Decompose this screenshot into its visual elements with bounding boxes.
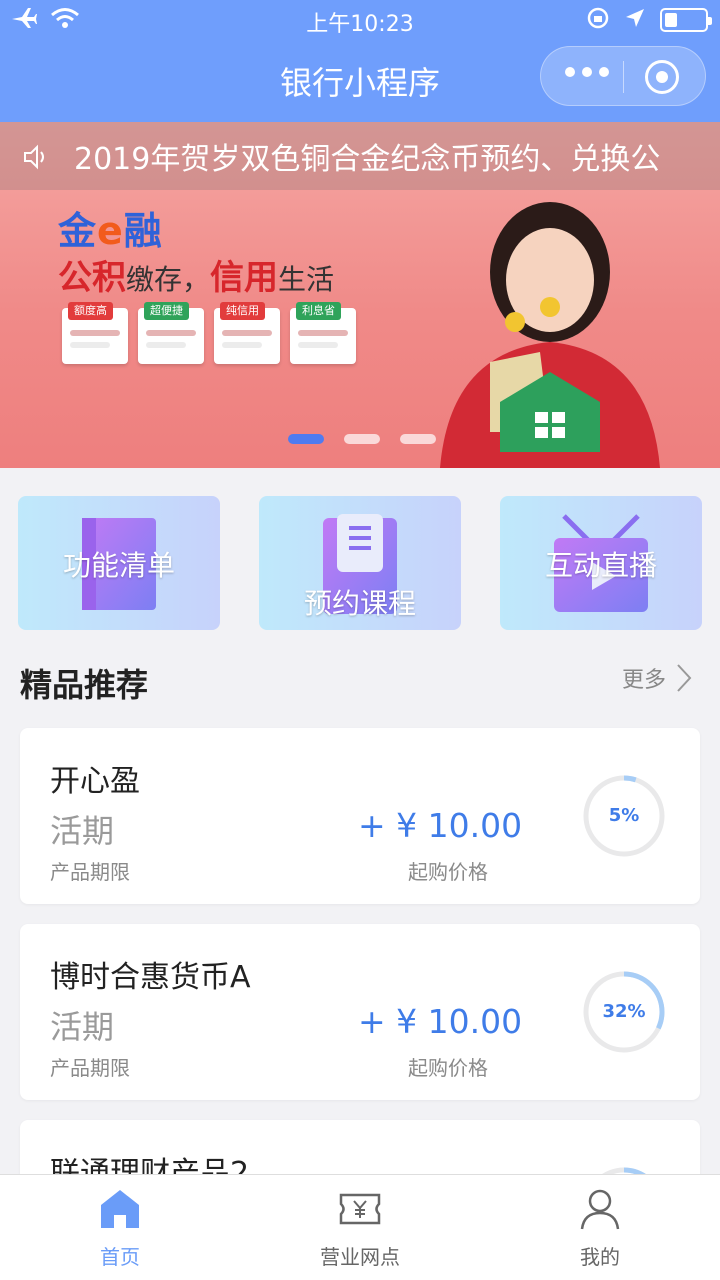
product-term: 活期 bbox=[50, 812, 115, 850]
close-target-icon[interactable] bbox=[645, 60, 679, 94]
product-min-price: + ¥ 10.00 bbox=[358, 806, 523, 845]
notice-bar[interactable]: 2019年贺岁双色铜合金纪念币预约、兑换公 bbox=[0, 122, 720, 190]
product-name: 博时合惠货币A bbox=[50, 960, 251, 995]
battery-icon bbox=[660, 8, 712, 32]
mini-program-capsule bbox=[540, 46, 706, 106]
tab-mine[interactable]: 我的 bbox=[480, 1175, 720, 1280]
banner-badge: 纯信用 bbox=[214, 302, 280, 364]
pagination-dot-active[interactable] bbox=[288, 434, 324, 444]
badge-tag: 超便捷 bbox=[144, 302, 189, 320]
capsule-divider bbox=[623, 61, 624, 93]
tab-label: 营业网点 bbox=[320, 1245, 400, 1269]
more-options-icon[interactable] bbox=[565, 67, 609, 77]
tab-label: 首页 bbox=[100, 1245, 140, 1269]
badge-tag: 纯信用 bbox=[220, 302, 265, 320]
banner-badge: 超便捷 bbox=[138, 302, 204, 364]
feature-card-live-stream[interactable]: 互动直播 bbox=[500, 496, 702, 630]
product-card[interactable]: 博时合惠货币A 活期 产品期限 + ¥ 10.00 起购价格 32% bbox=[20, 924, 700, 1100]
banner-slogan: 公积缴存，信用生活 bbox=[58, 250, 334, 299]
slogan-b: 缴存， bbox=[126, 263, 211, 296]
tab-home[interactable]: 首页 bbox=[0, 1175, 240, 1280]
home-icon bbox=[101, 1190, 139, 1228]
pagination-dot[interactable] bbox=[400, 434, 436, 444]
feature-label: 预约课程 bbox=[303, 587, 416, 620]
tab-label: 我的 bbox=[580, 1245, 620, 1269]
product-name: 开心盈 bbox=[50, 764, 140, 799]
status-right bbox=[586, 6, 712, 34]
product-min-price: + ¥ 10.00 bbox=[358, 1002, 523, 1041]
slogan-a: 公积 bbox=[58, 258, 126, 298]
user-icon bbox=[580, 1189, 620, 1230]
slogan-c: 信用 bbox=[210, 258, 279, 298]
slogan-d: 生活 bbox=[278, 263, 335, 296]
status-bar: 上午10:23 bbox=[0, 0, 720, 40]
badge-tag: 利息省 bbox=[296, 302, 341, 320]
chevron-right-icon bbox=[677, 664, 692, 692]
tab-bar: 首页 营业网点 我的 bbox=[0, 1174, 720, 1280]
pagination-dot[interactable] bbox=[344, 434, 380, 444]
product-term: 活期 bbox=[50, 1008, 115, 1046]
brand-part-2: e bbox=[97, 209, 124, 253]
banner-badge: 利息省 bbox=[290, 302, 356, 364]
more-label: 更多 bbox=[621, 668, 666, 693]
location-icon bbox=[624, 7, 646, 33]
rate-value: 32% bbox=[602, 1001, 646, 1022]
feature-label: 功能清单 bbox=[62, 549, 175, 582]
brand-part-3: 融 bbox=[123, 209, 163, 253]
ticket-icon bbox=[339, 1193, 381, 1225]
product-min-price-label: 起购价格 bbox=[408, 860, 488, 884]
product-card[interactable]: 开心盈 活期 产品期限 + ¥ 10.00 起购价格 5% bbox=[20, 728, 700, 904]
rate-value: 5% bbox=[608, 805, 640, 826]
more-link[interactable]: 更多 bbox=[622, 662, 692, 694]
product-min-price-label: 起购价格 bbox=[408, 1056, 488, 1080]
banner-badges: 额度高 超便捷 纯信用 利息省 bbox=[62, 302, 356, 364]
speaker-icon bbox=[22, 144, 50, 174]
top-bar: 上午10:23 银行小程序 bbox=[0, 0, 720, 122]
brand-part-1: 金 bbox=[58, 209, 98, 253]
notice-text: 2019年贺岁双色铜合金纪念币预约、兑换公 bbox=[74, 142, 661, 177]
banner-brand: 金e融 bbox=[58, 200, 163, 255]
product-term-label: 产品期限 bbox=[50, 1056, 130, 1080]
promo-banner[interactable]: 2019年贺岁双色铜合金纪念币预约、兑换公 金e融 公积缴存，信用生活 额度高 … bbox=[0, 122, 720, 468]
tab-branches[interactable]: 营业网点 bbox=[240, 1175, 480, 1280]
feature-card-book-course[interactable]: 预约课程 bbox=[259, 496, 461, 630]
section-title: 精品推荐 bbox=[20, 666, 149, 704]
feature-label: 互动直播 bbox=[544, 549, 657, 582]
feature-cards: 功能清单 预约课程 互动直播 bbox=[18, 496, 702, 632]
product-term-label: 产品期限 bbox=[50, 860, 130, 884]
rotation-lock-icon bbox=[586, 6, 610, 34]
banner-pagination bbox=[288, 434, 436, 444]
banner-badge: 额度高 bbox=[62, 302, 128, 364]
banner-illustration bbox=[440, 202, 660, 468]
badge-tag: 额度高 bbox=[68, 302, 113, 320]
feature-card-function-list[interactable]: 功能清单 bbox=[18, 496, 220, 630]
